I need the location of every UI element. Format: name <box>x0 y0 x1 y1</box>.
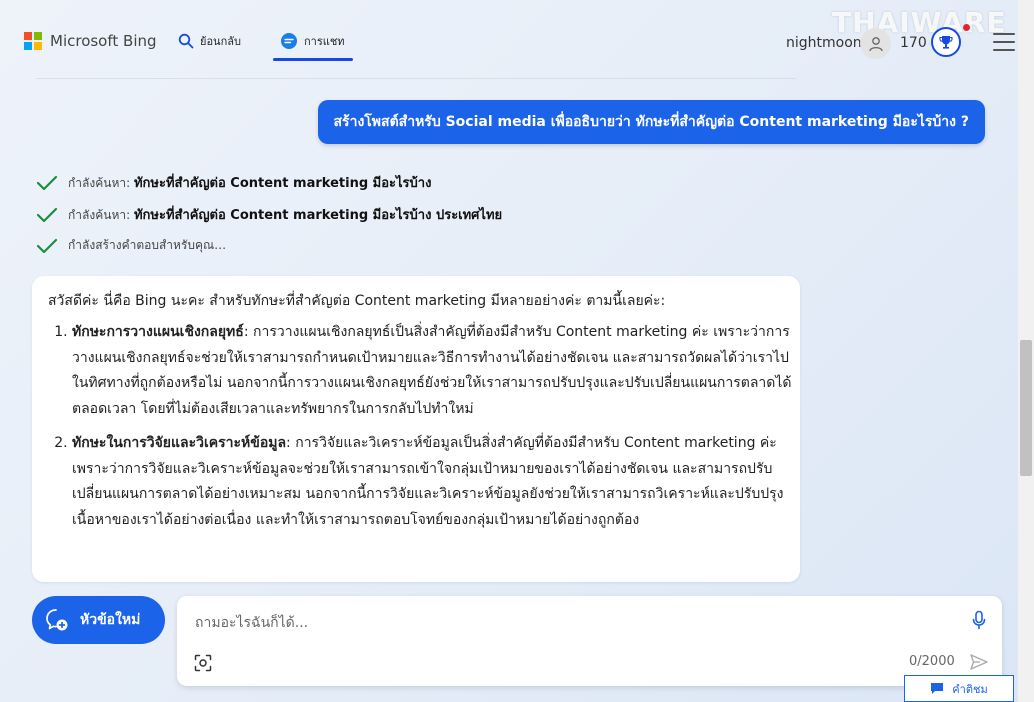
progress-label: กำลังค้นหา: <box>68 208 134 222</box>
answer-intro: สวัสดีค่ะ นี่คือ Bing นะคะ สำหรับทักษะที… <box>48 293 666 309</box>
tab-search[interactable]: ย้อนกลับ <box>178 32 241 50</box>
chat-icon <box>281 33 297 49</box>
checkmark-icon <box>36 238 58 253</box>
list-item-title: ทักษะการวางแผนเชิงกลยุทธ์ <box>72 324 244 340</box>
rewards-button[interactable] <box>931 27 961 57</box>
list-item: ทักษะการวางแผนเชิงกลยุทธ์: การวางแผนเชิง… <box>72 320 794 422</box>
progress-label: กำลังสร้างคำตอบสำหรับคุณ… <box>68 238 227 252</box>
feedback-label: คำติชม <box>952 682 988 696</box>
brand-name: Microsoft Bing <box>50 32 157 50</box>
answer-list: ทักษะการวางแผนเชิงกลยุทธ์: การวางแผนเชิง… <box>48 320 794 542</box>
avatar[interactable] <box>860 28 891 59</box>
scrollbar-thumb[interactable] <box>1020 340 1032 476</box>
list-item: ทักษะในการวิจัยและวิเคราะห์ข้อมูล: การวิ… <box>72 431 794 533</box>
active-tab-indicator <box>273 58 353 61</box>
send-icon[interactable] <box>969 653 989 671</box>
new-topic-icon <box>46 609 68 631</box>
visual-search-icon[interactable] <box>194 654 212 672</box>
new-topic-label: หัวข้อใหม่ <box>80 612 141 628</box>
tab-search-label: ย้อนกลับ <box>200 35 241 48</box>
progress-step-1: กำลังค้นหา: ทักษะที่สำคัญต่อ Content mar… <box>36 172 431 193</box>
list-item-title: ทักษะในการวิจัยและวิเคราะห์ข้อมูล <box>72 435 287 451</box>
microphone-icon[interactable] <box>971 610 987 630</box>
progress-step-3: กำลังสร้างคำตอบสำหรับคุณ… <box>36 236 226 255</box>
progress-step-2: กำลังค้นหา: ทักษะที่สำคัญต่อ Content mar… <box>36 204 502 225</box>
search-icon <box>178 33 194 49</box>
microsoft-logo-icon <box>24 32 42 50</box>
bing-logo[interactable]: Microsoft Bing <box>24 32 157 50</box>
checkmark-icon <box>36 207 58 222</box>
progress-label: กำลังค้นหา: <box>68 176 134 190</box>
chat-composer: 0/2000 <box>177 596 1002 686</box>
scroll-fade <box>32 552 800 582</box>
checkmark-icon <box>36 175 58 190</box>
user-message: สร้างโพสต์สำหรับ Social media เพื่ออธิบา… <box>317 100 985 144</box>
progress-query: ทักษะที่สำคัญต่อ Content marketing มีอะไ… <box>133 208 503 223</box>
feedback-icon <box>931 683 944 694</box>
trophy-icon <box>939 36 953 49</box>
new-topic-button[interactable]: หัวข้อใหม่ <box>32 596 165 644</box>
bot-answer-card: สวัสดีค่ะ นี่คือ Bing นะคะ สำหรับทักษะที… <box>32 276 800 582</box>
progress-query: ทักษะที่สำคัญต่อ Content marketing มีอะไ… <box>133 176 432 191</box>
tab-chat-label: การแชท <box>304 35 345 48</box>
user-icon <box>868 36 883 51</box>
character-count: 0/2000 <box>909 654 955 669</box>
top-bar: THAIWARE Microsoft Bing ย้อนกลับ การแชท … <box>0 0 1018 80</box>
menu-icon[interactable] <box>993 33 1015 51</box>
tab-chat[interactable]: การแชท <box>280 32 345 50</box>
user-name[interactable]: nightmoon <box>786 35 862 51</box>
chat-input[interactable] <box>193 610 957 636</box>
notification-dot <box>963 24 970 31</box>
feedback-button[interactable]: คำติชม <box>904 675 1014 702</box>
divider <box>36 78 796 79</box>
reward-points[interactable]: 170 <box>900 35 927 51</box>
